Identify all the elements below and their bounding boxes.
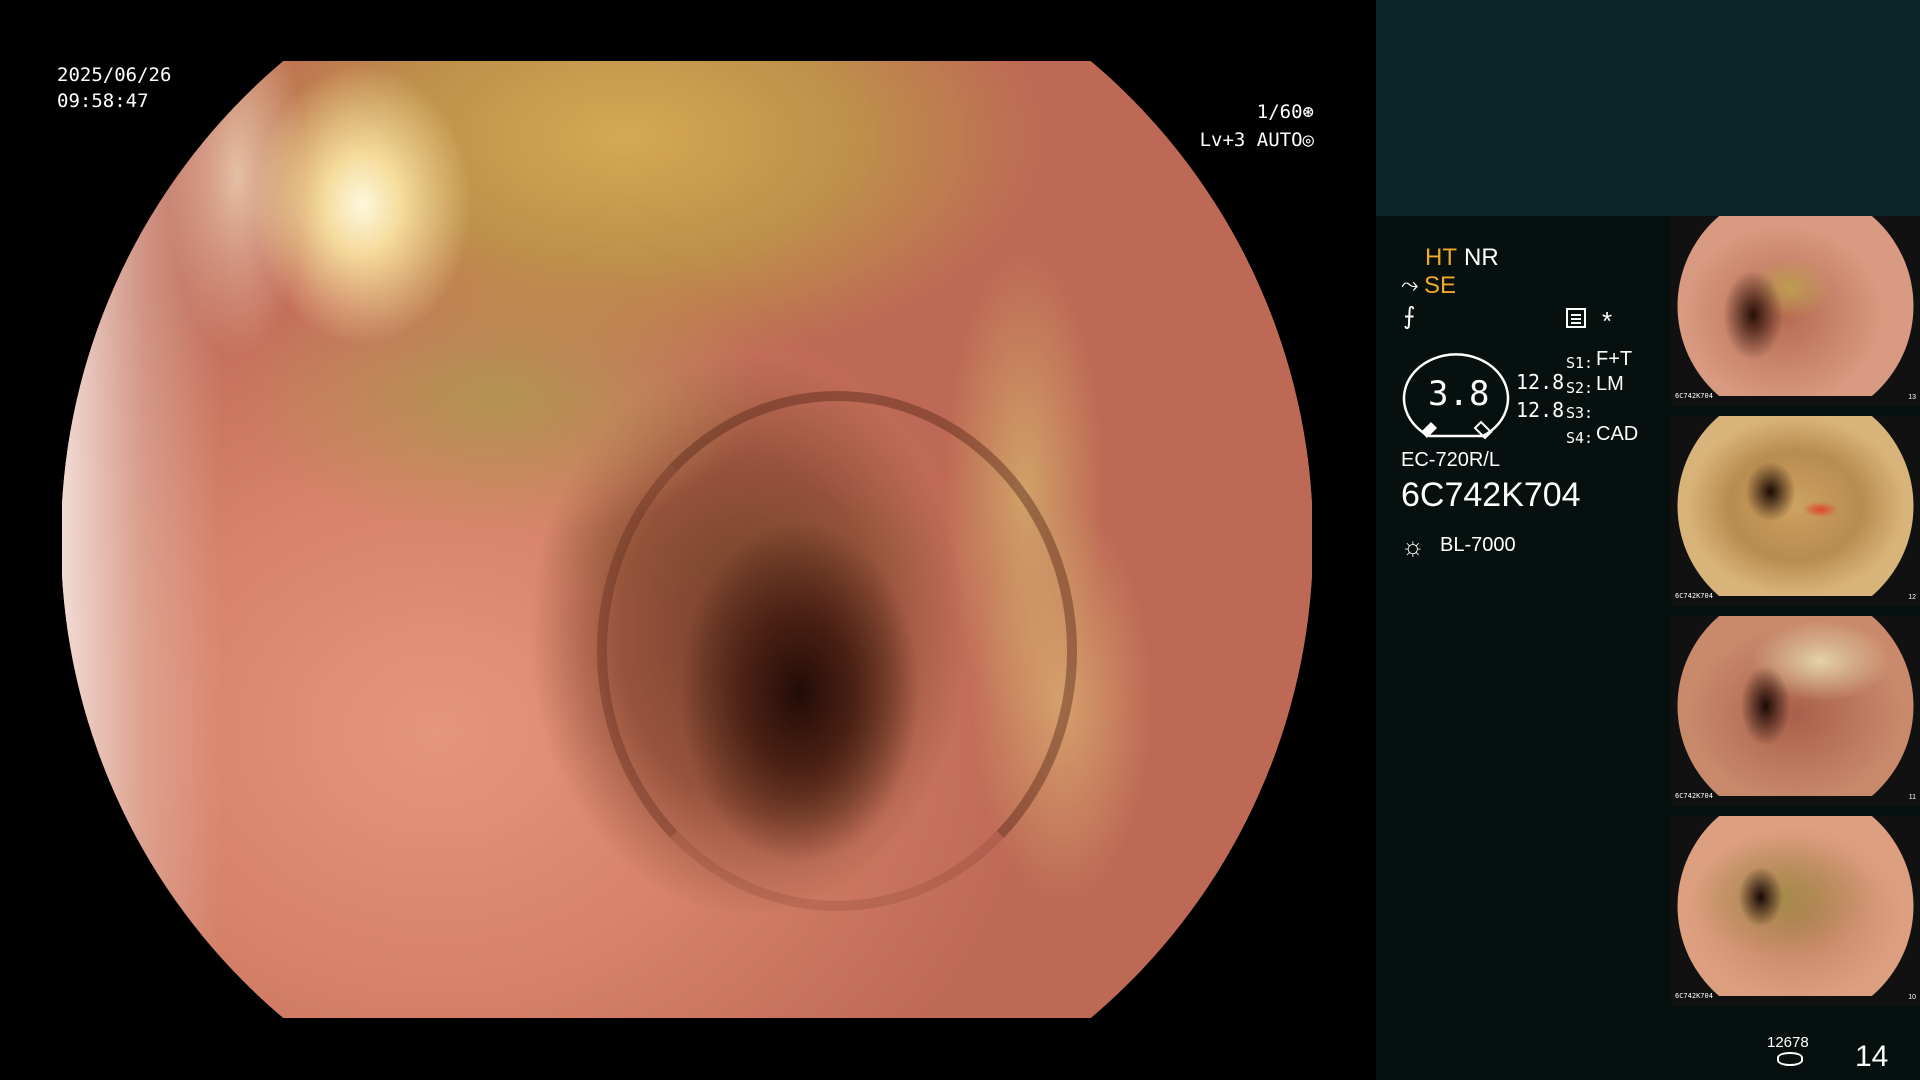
se-indicator: SE <box>1424 272 1457 299</box>
captured-thumbnail[interactable]: 6C742K704 12 <box>1671 416 1920 606</box>
storage-counter: 12678 <box>1767 1034 1809 1051</box>
gauge-reading-1: 12.8 <box>1516 370 1565 394</box>
switch-2-value: LM <box>1596 373 1624 395</box>
gauge-reading-2: 12.8 <box>1516 398 1565 422</box>
switch-4-value: CAD <box>1596 423 1639 445</box>
overlay-shutter-speed: 1/60⊛ <box>1256 101 1314 123</box>
overlay-brightness-level: Lv+3 AUTO◎ <box>1199 129 1314 151</box>
thumbnail-image <box>1677 616 1914 796</box>
structure-enhance-icon: ⤳ <box>1401 272 1419 297</box>
endoscopy-screen: 2025/06/26 09:58:47 1/60⊛ Lv+3 AUTO◎ HT … <box>0 0 1920 1080</box>
ht-indicator: HT <box>1425 244 1457 271</box>
storage-disk-icon <box>1777 1052 1803 1066</box>
thumbnail-image <box>1677 416 1914 596</box>
thumbnail-number: 13 <box>1908 394 1916 401</box>
captured-thumbnail[interactable]: 6C742K704 11 <box>1671 616 1920 806</box>
thumbnail-image <box>1677 216 1914 396</box>
gauge-value: 3.8 <box>1428 374 1490 414</box>
scope-serial: 6C742K704 <box>1401 476 1581 514</box>
overlay-time: 09:58:47 <box>57 90 149 112</box>
scope-model: EC-720R/L <box>1401 449 1500 471</box>
overlay-date: 2025/06/26 <box>57 64 172 86</box>
switch-2-label: S2: <box>1566 379 1594 397</box>
thumbnail-serial: 6C742K704 <box>1675 592 1713 600</box>
switch-3-label: S3: <box>1566 404 1594 422</box>
captured-thumbnail[interactable]: 6C742K704 13 <box>1671 216 1920 406</box>
enhancement-icon: ⨍ <box>1403 303 1416 330</box>
panel-header-area <box>1376 0 1920 216</box>
thumbnail-number: 10 <box>1908 994 1916 1001</box>
thumbnail-serial: 6C742K704 <box>1675 792 1713 800</box>
thumbnail-serial: 6C742K704 <box>1675 992 1713 1000</box>
light-source-model: BL-7000 <box>1440 534 1516 556</box>
endoscope-live-view <box>62 61 1312 1018</box>
thumbnail-number: 11 <box>1908 794 1916 801</box>
memory-card-icon <box>1566 308 1586 328</box>
switch-1-label: S1: <box>1566 354 1594 372</box>
thumbnail-image <box>1677 816 1914 996</box>
thumbnail-serial: 6C742K704 <box>1675 392 1713 400</box>
switch-1-value: F+T <box>1596 348 1633 370</box>
asterisk-marker: * <box>1602 306 1613 336</box>
switch-4-label: S4: <box>1566 429 1594 447</box>
captured-thumbnail[interactable]: 6C742K704 10 <box>1671 816 1920 1006</box>
captured-image-count: 14 <box>1855 1040 1889 1073</box>
info-panel: HT NR ⤳ SE ⨍ * 3.8 12.8 12.8 S1: F+T S2:… <box>1376 0 1920 1080</box>
nr-indicator: NR <box>1464 244 1499 271</box>
light-source-icon: ☼ <box>1401 531 1425 561</box>
thumbnail-number: 12 <box>1908 594 1916 601</box>
